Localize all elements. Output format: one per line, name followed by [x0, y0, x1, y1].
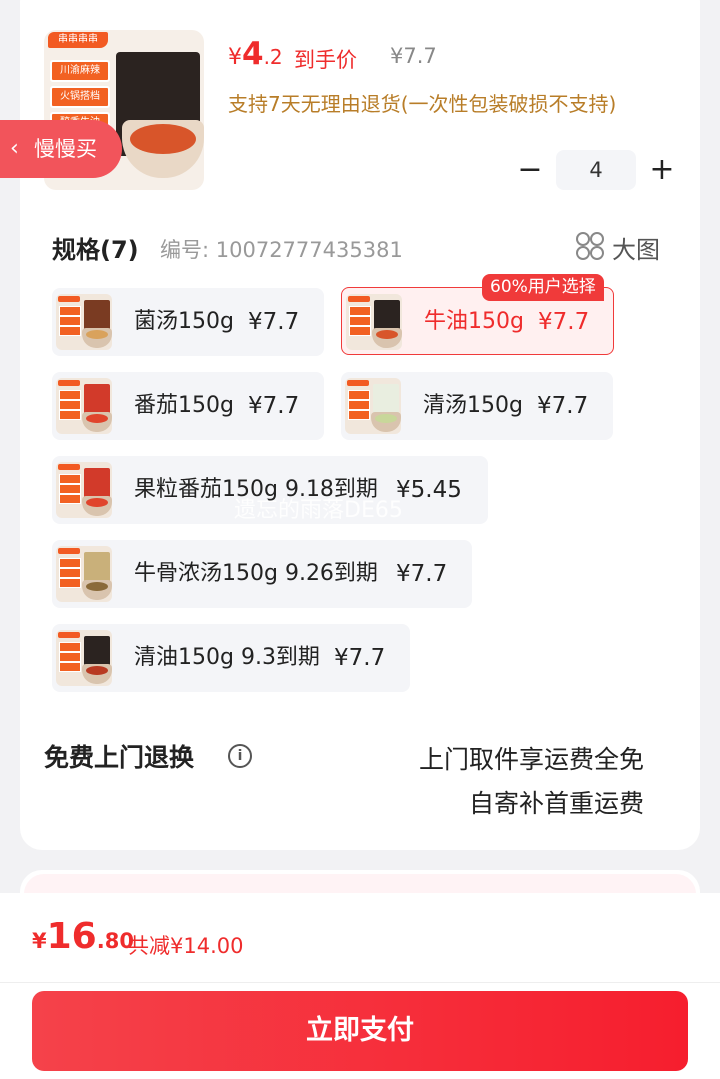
spec-option-name: 清汤150g: [423, 393, 523, 418]
slow-buy-label: 慢慢买: [34, 137, 97, 161]
free-return-line-2: 自寄补首重运费: [468, 789, 644, 818]
spec-option-price: ¥7.7: [537, 393, 589, 419]
brand-logo: 串串串串: [48, 32, 108, 48]
spec-option-name: 番茄150g: [134, 393, 234, 418]
image-label: 火锅搭档: [50, 86, 110, 108]
quantity-increase-button[interactable]: +: [648, 152, 676, 188]
free-return-title: 免费上门退换: [44, 743, 195, 772]
spec-thumbnail: [56, 546, 112, 602]
pay-now-button[interactable]: 立即支付: [32, 991, 688, 1071]
free-return-line-1: 上门取件享运费全免: [418, 745, 644, 774]
return-policy: 支持7天无理由退货(一次性包装破损不支持): [228, 92, 617, 116]
spec-thumbnail: [346, 294, 402, 350]
chevron-left-icon: ‹: [10, 136, 19, 161]
spec-thumbnail: [56, 294, 112, 350]
grid-icon: [576, 232, 604, 260]
spec-title: 规格(7): [52, 236, 139, 264]
quantity-input[interactable]: 4: [556, 150, 636, 190]
watermark: 遗忘的雨落DE65: [234, 498, 403, 523]
spec-option-name: 清油150g 9.3到期: [134, 645, 320, 670]
final-price-label: 到手价: [294, 48, 357, 72]
spec-option-name: 菌汤150g: [134, 309, 234, 334]
spec-option-price: ¥7.7: [334, 645, 386, 671]
slow-buy-button[interactable]: ‹ 慢慢买: [0, 120, 122, 178]
total-price: ¥16.80: [32, 916, 134, 957]
total-discount: 共减¥14.00: [128, 934, 244, 958]
info-icon[interactable]: i: [228, 744, 252, 768]
original-price: ¥7.7: [390, 44, 437, 68]
quantity-decrease-button[interactable]: −: [516, 152, 544, 188]
spec-thumbnail: [56, 630, 112, 686]
final-price: ¥4.2: [228, 36, 283, 72]
spec-option-price: ¥7.7: [248, 309, 300, 335]
spec-option-price: ¥5.45: [396, 477, 462, 503]
spec-option[interactable]: 番茄150g ¥7.7: [52, 372, 324, 440]
spec-thumbnail: [56, 462, 112, 518]
spec-option-name: 牛骨浓汤150g 9.26到期: [134, 561, 378, 586]
spec-option-price: ¥7.7: [248, 393, 300, 419]
big-view-label: 大图: [612, 236, 660, 264]
sku-number: 编号: 10072777435381: [160, 238, 403, 262]
spec-option[interactable]: 菌汤150g ¥7.7: [52, 288, 324, 356]
soup-graphic: [130, 124, 196, 154]
image-label: 川渝麻辣: [50, 60, 110, 82]
spec-option[interactable]: 清油150g 9.3到期 ¥7.7: [52, 624, 410, 692]
spec-option-price: ¥7.7: [396, 561, 448, 587]
spec-thumbnail: [345, 378, 401, 434]
popular-choice-badge: 60%用户选择: [482, 274, 604, 301]
spec-thumbnail: [56, 378, 112, 434]
spec-option[interactable]: 牛骨浓汤150g 9.26到期 ¥7.7: [52, 540, 472, 608]
spec-option[interactable]: 清汤150g ¥7.7: [341, 372, 613, 440]
